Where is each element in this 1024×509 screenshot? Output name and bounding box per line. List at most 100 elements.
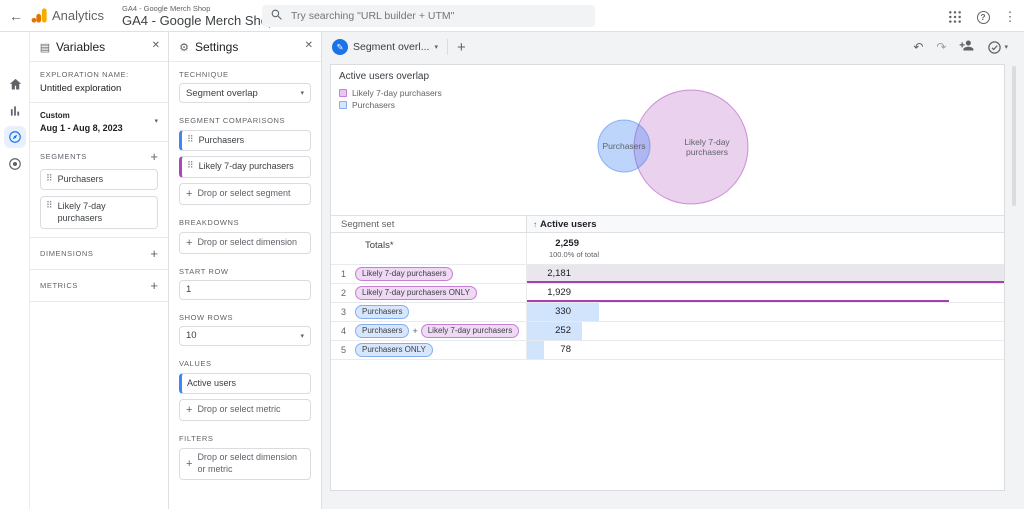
chevron-down-icon[interactable]: ▾ (434, 43, 438, 51)
segment-overlap-card: Active users overlap Likely 7-day purcha… (330, 64, 1005, 491)
start-row-label: START ROW (179, 267, 311, 276)
exploration-name-value[interactable]: Untitled exploration (40, 83, 158, 94)
active-users-header[interactable]: ↑ Active users (526, 216, 1004, 232)
table-row[interactable]: 2Likely 7-day purchasers ONLY1,929 (331, 284, 1004, 303)
legend-label: Likely 7-day purchasers (352, 88, 442, 98)
row-index: 3 (341, 303, 346, 321)
value-cell: 1,929 (526, 284, 1004, 302)
table-row[interactable]: 4Purchasers+Likely 7-day purchasers252 (331, 322, 1004, 341)
drag-handle-icon: ⠿ (46, 201, 53, 210)
variables-panel-icon: ▤ (38, 40, 52, 54)
edit-pencil-icon: ✎ (332, 39, 348, 55)
close-icon[interactable]: ✕ (305, 40, 313, 51)
segment-comparison-chip[interactable]: ⠿Likely 7-day purchasers (179, 156, 311, 177)
search-icon (270, 8, 283, 24)
technique-group: TECHNIQUE Segment overlap ▾ (179, 70, 311, 103)
breadcrumb[interactable]: GA4 - Google Merch Shop (122, 4, 210, 13)
property-title[interactable]: GA4 - Google Merch Shop (122, 13, 275, 28)
active-users-label: Active users (540, 219, 597, 230)
segment-label: Purchasers (58, 174, 104, 185)
settings-panel: ⚙ Settings ✕ TECHNIQUE Segment overlap ▾… (169, 32, 322, 509)
totals-cell: 2,259 100.0% of total (526, 233, 1004, 264)
values-label: VALUES (179, 359, 311, 368)
more-menu-icon[interactable]: ⋮ (1001, 8, 1019, 26)
drop-filter-label: Drop or select dimension or metric (197, 452, 304, 475)
back-arrow-icon[interactable]: ← (6, 6, 26, 26)
top-header: ← Analytics GA4 - Google Merch Shop GA4 … (0, 0, 1024, 32)
row-index: 1 (341, 265, 346, 283)
add-dimension-icon[interactable]: + (150, 247, 158, 260)
canvas-scrollbar[interactable] (1012, 66, 1016, 206)
help-icon[interactable]: ? (974, 8, 992, 26)
drop-filter-target[interactable]: + Drop or select dimension or metric (179, 448, 311, 480)
technique-select[interactable]: Segment overlap ▾ (179, 83, 311, 103)
apps-grid-icon[interactable] (946, 8, 964, 26)
redo-icon[interactable]: ↷ (936, 41, 946, 53)
show-rows-select[interactable]: 10 ▾ (179, 326, 311, 346)
add-tab-button[interactable]: + (457, 40, 466, 55)
value-bar (527, 265, 1004, 283)
start-row-value: 1 (186, 284, 191, 295)
segment-comparison-chip[interactable]: ⠿Purchasers (179, 130, 311, 151)
variables-segment-chip[interactable]: ⠿Purchasers (40, 169, 158, 190)
reports-icon[interactable] (7, 103, 23, 119)
show-rows-label: SHOW ROWS (179, 313, 311, 322)
variables-segment-chip[interactable]: ⠿ Likely 7-day purchasers (40, 196, 158, 229)
date-range-section[interactable]: Custom Aug 1 - Aug 8, 2023 ▾ (30, 103, 168, 142)
segment-comparisons-group: SEGMENT COMPARISONS ⠿Purchasers⠿Likely 7… (179, 116, 311, 205)
segment-label: Likely 7-day purchasers (58, 201, 152, 224)
table-row[interactable]: 3Purchasers330 (331, 303, 1004, 322)
technique-label: TECHNIQUE (179, 70, 311, 79)
segment-table: Segment set ↑ Active users Totals* 2,259… (331, 215, 1004, 360)
add-metric-icon[interactable]: + (150, 279, 158, 292)
value-cell: 330 (526, 303, 1004, 321)
chevron-down-icon: ▾ (300, 89, 304, 97)
exploration-name-section: EXPLORATION NAME: Untitled exploration (30, 62, 168, 103)
value-text: 1,929 (527, 284, 571, 302)
legend-swatch-blue (339, 101, 347, 109)
start-row-input[interactable]: 1 (179, 280, 311, 300)
totals-row: Totals* 2,259 100.0% of total (331, 233, 1004, 265)
left-nav-rail: ⚙ (0, 32, 30, 509)
venn-large-label: Likely 7-daypurchasers (684, 137, 730, 157)
row-segments: Likely 7-day purchasers (355, 267, 453, 281)
export-status-button[interactable]: ▾ (987, 40, 1008, 55)
value-chip[interactable]: Active users (179, 373, 311, 394)
drop-metric-target[interactable]: + Drop or select metric (179, 399, 311, 421)
explore-icon[interactable] (4, 126, 26, 148)
table-row[interactable]: 1Likely 7-day purchasers2,181 (331, 265, 1004, 284)
add-segment-icon[interactable]: + (150, 150, 158, 163)
close-icon[interactable]: ✕ (152, 40, 160, 51)
chart-title: Active users overlap (339, 71, 429, 82)
home-icon[interactable] (7, 76, 23, 92)
undo-icon[interactable]: ↶ (913, 41, 923, 53)
values-list: Active users (179, 373, 311, 394)
search-bar[interactable] (262, 5, 595, 27)
segment-chip: Purchasers ONLY (355, 343, 433, 357)
advertising-icon[interactable] (7, 156, 23, 172)
filters-group: FILTERS + Drop or select dimension or me… (179, 434, 311, 480)
table-row[interactable]: 5Purchasers ONLY78 (331, 341, 1004, 360)
totals-label: Totals* (365, 240, 394, 251)
segment-chip: Likely 7-day purchasers (421, 324, 519, 338)
venn-diagram[interactable]: Purchasers Likely 7-daypurchasers (541, 71, 861, 209)
chevron-down-icon: ▾ (300, 332, 304, 340)
tab-segment-overlap[interactable]: ✎ Segment overl... ▾ (332, 39, 438, 55)
ga4-app: ← Analytics GA4 - Google Merch Shop GA4 … (0, 0, 1024, 509)
check-circle-icon (987, 40, 1002, 55)
filters-label: FILTERS (179, 434, 311, 443)
plus-joiner: + (412, 326, 417, 336)
dimensions-label: DIMENSIONS (40, 249, 94, 258)
segment-label: Likely 7-day purchasers (199, 161, 294, 172)
share-person-add-icon[interactable] (959, 38, 974, 56)
segments-section: SEGMENTS + ⠿Purchasers⠿Likely 7-day purc… (30, 142, 168, 238)
value-text: 252 (527, 322, 571, 340)
search-input[interactable] (291, 10, 571, 22)
legend-item: Likely 7-day purchasers (339, 87, 442, 99)
drop-segment-target[interactable]: + Drop or select segment (179, 183, 311, 205)
chevron-down-icon[interactable]: ▾ (154, 117, 158, 125)
divider (447, 39, 448, 55)
segment-set-header[interactable]: Segment set (341, 216, 394, 234)
drop-dimension-target[interactable]: + Drop or select dimension (179, 232, 311, 254)
chevron-down-icon: ▾ (1004, 43, 1008, 51)
